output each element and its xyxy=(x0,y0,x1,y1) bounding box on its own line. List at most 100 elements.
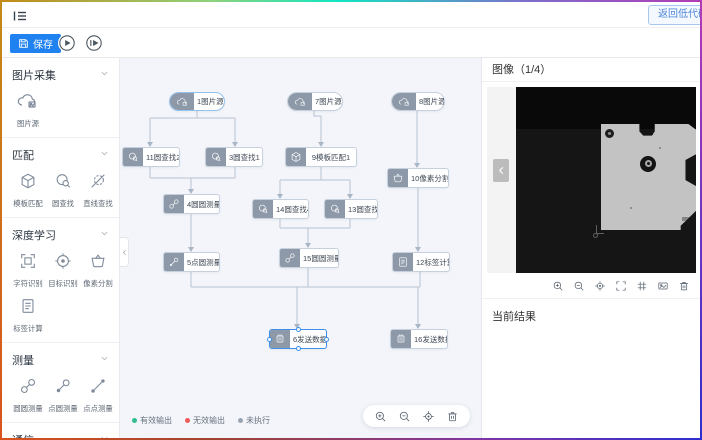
category-header-match[interactable]: 匹配 xyxy=(2,138,119,169)
tool-circle-circle-measure[interactable]: 圆圆测量 xyxy=(10,377,45,414)
plate-dot xyxy=(659,147,661,149)
top-header-bar: 返回低代码 xyxy=(2,2,700,28)
point-circle-measure-icon xyxy=(164,253,184,271)
tool-target-recognition[interactable]: 目标识别 xyxy=(45,252,80,289)
flow-node-pixel-segmentation-1[interactable]: 10像素分割1 xyxy=(387,168,449,188)
flow-node-circle-find-3[interactable]: 13圆查找3 xyxy=(324,199,378,219)
legend-invalid-output: 无效输出 xyxy=(185,415,225,426)
image-nav-strip xyxy=(487,87,516,273)
image-panel-title: 图像（1/4） xyxy=(482,58,700,82)
flow-node-circle-find-2[interactable]: 11圆查找2 xyxy=(122,147,180,167)
circle-find-icon xyxy=(206,148,226,166)
document-icon xyxy=(393,253,413,271)
flow-node-circle-find-4[interactable]: 14圆查找4 xyxy=(252,199,309,219)
category-measure: 测量 圆圆测量 点圆测量 点点测量 xyxy=(2,343,119,423)
trash-icon[interactable] xyxy=(678,280,690,292)
canvas-zoom-toolbar xyxy=(363,405,470,427)
cube-icon xyxy=(19,172,37,195)
category-header-image-capture[interactable]: 图片采集 xyxy=(2,58,119,89)
toolbar: 保存 xyxy=(2,28,700,58)
tool-point-point-measure[interactable]: 点点测量 xyxy=(80,377,115,414)
cloud-image-icon xyxy=(16,92,40,115)
flow-node-image-source-1[interactable]: 1图片源1 xyxy=(169,92,225,111)
fullscreen-icon[interactable] xyxy=(615,280,627,292)
chevron-down-icon xyxy=(100,434,109,438)
flow-node-image-source-2[interactable]: 7图片源2 xyxy=(287,92,343,111)
tool-label-calc[interactable]: 标签计算 xyxy=(10,297,45,334)
cloud-image-icon xyxy=(392,93,416,110)
zoom-out-icon[interactable] xyxy=(573,280,585,292)
step-play-circle-icon[interactable] xyxy=(85,34,103,52)
red-dot-icon xyxy=(185,418,190,423)
zoom-in-icon[interactable] xyxy=(374,410,387,423)
photo-dark-band xyxy=(516,87,696,129)
current-result-label: 当前结果 xyxy=(482,299,700,333)
flow-node-label-calc-1[interactable]: 12标签计算1 xyxy=(392,252,450,272)
zoom-in-icon[interactable] xyxy=(552,280,564,292)
category-header-communication[interactable]: 通信 xyxy=(2,423,119,438)
flow-node-circle-circle-measure-2[interactable]: 4圆圆测量2 xyxy=(163,194,220,214)
image-preview xyxy=(487,87,696,273)
locate-icon[interactable] xyxy=(594,280,606,292)
photo-bracket-detail xyxy=(596,225,604,234)
tool-line-find[interactable]: 直线查找 xyxy=(80,172,115,209)
photo-bracket-circle xyxy=(593,233,598,238)
menu-icon[interactable] xyxy=(12,8,28,24)
chevron-down-icon xyxy=(100,229,109,241)
flow-canvas[interactable]: 1图片源1 7图片源2 8图片源3 11圆查找2 3圆查找1 9模板匹配1 10… xyxy=(120,58,481,438)
chevron-left-icon[interactable] xyxy=(493,159,509,182)
status-legend: 有效输出 无效输出 未执行 xyxy=(132,415,270,426)
tool-circle-find[interactable]: 圆查找 xyxy=(45,172,80,209)
node-handle-left[interactable] xyxy=(267,337,272,342)
back-to-lowcode-button[interactable]: 返回低代码 xyxy=(648,5,702,25)
category-image-capture: 图片采集 图片源 xyxy=(2,58,119,138)
tool-pixel-segmentation[interactable]: 像素分割 xyxy=(80,252,115,289)
zoom-out-icon[interactable] xyxy=(398,410,411,423)
tool-char-recognition[interactable]: 字符识别 xyxy=(10,252,45,289)
circle-circle-measure-icon xyxy=(164,195,184,213)
flow-node-point-circle-measure-1[interactable]: 5点圆测量1 xyxy=(163,252,220,272)
flow-node-send-data-1[interactable]: 6发送数据1 xyxy=(269,329,327,349)
category-header-deep-learning[interactable]: 深度学习 xyxy=(2,218,119,249)
point-point-measure-icon xyxy=(89,377,107,400)
flow-node-circle-find-1[interactable]: 3圆查找1 xyxy=(205,147,263,167)
tool-template-match[interactable]: 模板匹配 xyxy=(10,172,45,209)
send-data-icon xyxy=(391,330,411,348)
save-button[interactable]: 保存 xyxy=(10,34,61,53)
inspection-photo[interactable] xyxy=(516,87,696,273)
flow-node-image-source-3[interactable]: 8图片源3 xyxy=(391,92,445,111)
circle-find-icon xyxy=(54,172,72,195)
line-find-icon xyxy=(89,172,107,195)
cloud-image-icon xyxy=(170,93,194,110)
circle-find-icon xyxy=(123,148,143,166)
app-window: 返回低代码 保存 图片采集 xyxy=(0,0,702,440)
right-panel: 图像（1/4） xyxy=(481,58,700,438)
node-handle-bottom[interactable] xyxy=(296,346,301,351)
collapse-sidebar-button[interactable] xyxy=(120,237,129,267)
plate-hub xyxy=(640,156,656,172)
category-header-measure[interactable]: 测量 xyxy=(2,343,119,374)
fit-image-icon[interactable] xyxy=(657,280,669,292)
flow-node-send-data-2[interactable]: 16发送数据2 xyxy=(390,329,448,349)
node-handle-top[interactable] xyxy=(296,327,301,332)
flow-node-circle-circle-measure-3[interactable]: 15圆圆测量3 xyxy=(279,248,339,268)
circle-circle-measure-icon xyxy=(280,249,300,267)
tool-point-circle-measure[interactable]: 点圆测量 xyxy=(45,377,80,414)
circle-find-icon xyxy=(253,200,273,218)
green-dot-icon xyxy=(132,418,137,423)
circle-find-icon xyxy=(325,200,345,218)
locate-icon[interactable] xyxy=(422,410,435,423)
chevron-down-icon xyxy=(100,69,109,81)
node-handle-right[interactable] xyxy=(324,337,329,342)
plate-sticker xyxy=(682,217,695,221)
circle-circle-measure-icon xyxy=(19,377,37,400)
trash-icon[interactable] xyxy=(446,410,459,423)
play-circle-icon[interactable] xyxy=(58,34,76,52)
grid-icon[interactable] xyxy=(636,280,648,292)
ocr-frame-icon xyxy=(19,252,37,275)
floppy-icon xyxy=(18,38,29,49)
tool-image-source[interactable]: 图片源 xyxy=(10,92,45,129)
category-match: 匹配 模板匹配 圆查找 直线查找 xyxy=(2,138,119,218)
photo-metal-plate xyxy=(601,124,696,230)
flow-node-template-match-1[interactable]: 9模板匹配1 xyxy=(285,147,357,167)
